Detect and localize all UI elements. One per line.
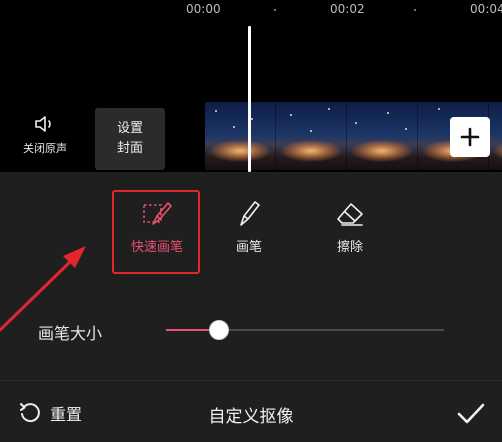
- add-clip-button[interactable]: [450, 117, 490, 157]
- playhead[interactable]: [248, 26, 251, 172]
- time-label-1: 00:02: [330, 2, 365, 16]
- ruler-tick: [274, 9, 276, 11]
- mute-label: 关闭原声: [23, 142, 67, 155]
- panel-title: 自定义抠像: [208, 407, 294, 427]
- eraser-icon: [337, 203, 363, 226]
- brush-icon: [240, 201, 260, 226]
- tool-brush-label: 画笔: [235, 240, 262, 255]
- mute-original-audio-button[interactable]: 关闭原声: [16, 112, 74, 166]
- video-thumbnail: [347, 102, 418, 170]
- brush-size-label: 画笔大小: [38, 324, 103, 343]
- video-thumbnail: [276, 102, 347, 170]
- checkmark-icon: [457, 403, 485, 424]
- cover-label-line2: 封面: [116, 141, 143, 156]
- annotation-highlight-box: [112, 190, 200, 274]
- set-cover-button[interactable]: 设置 封面: [95, 108, 165, 170]
- cover-label-line1: 设置: [116, 121, 143, 136]
- plus-icon: [460, 127, 480, 147]
- time-label-2: 00:04: [470, 2, 502, 16]
- tool-brush[interactable]: 画笔: [204, 188, 294, 272]
- brush-size-slider-thumb[interactable]: [208, 320, 229, 340]
- video-thumbnail: [489, 102, 502, 170]
- confirm-button[interactable]: [456, 400, 486, 428]
- time-label-0: 00:00: [186, 2, 221, 16]
- tool-eraser[interactable]: 擦除: [305, 188, 395, 272]
- ruler-tick: [414, 9, 416, 11]
- video-thumbnail: [205, 102, 276, 170]
- footer-divider: [0, 380, 502, 381]
- tool-eraser-label: 擦除: [336, 240, 363, 255]
- speaker-icon: [35, 116, 51, 132]
- timeline[interactable]: 00:00 00:02 00:04 关闭原声 设置 封面: [0, 0, 502, 172]
